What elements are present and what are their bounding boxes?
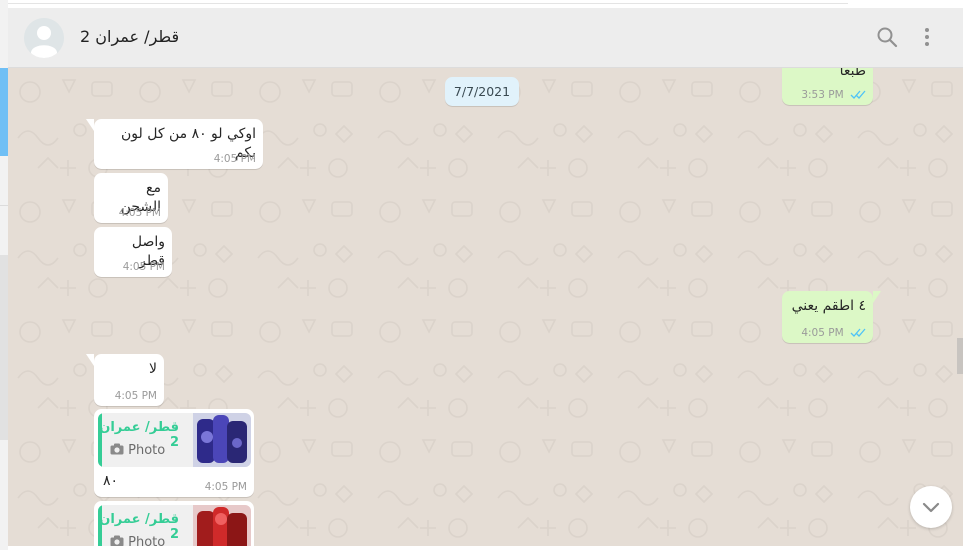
read-ticks-icon [850,328,866,337]
message-time: 4:05 PM [122,261,165,273]
window-bottom-edge [8,546,963,550]
message-list[interactable]: طبعا 3:53 PM 7/7/2021 اوكي لو ٨٠ من كل ل… [8,68,963,546]
camera-icon [110,443,124,455]
quote-type: Photo [110,535,165,546]
outgoing-message[interactable]: ٤ اطقم يعني 4:05 PM [782,291,881,343]
message-text: ٤ اطقم يعني [791,298,866,314]
window-top-edge [0,0,848,4]
message-meta: 4:05 PM [801,327,866,339]
incoming-message[interactable]: مع الشحن 4:05 PM [94,173,168,223]
sidebar-scrollbar[interactable] [0,255,8,440]
incoming-message[interactable]: اوكي لو ٨٠ من كل لون بكم 4:05 PM [86,119,263,169]
photo-thumbnail [193,505,251,546]
message-time: 4:05 PM [213,153,256,165]
chevron-down-icon [922,502,940,513]
incoming-message[interactable]: لا 4:05 PM [86,354,164,406]
message-time: 3:53 PM [801,89,844,101]
photo-thumbnail [193,413,251,467]
message-text: لا [149,361,157,377]
message-time: 4:05 PM [204,481,247,493]
incoming-reply-message[interactable]: قطر/ عمران 2 Photo ٨٠ 4:05 PM [94,409,254,497]
quote-type-label: Photo [128,535,166,546]
scroll-to-bottom-button[interactable] [910,486,952,528]
search-icon[interactable] [875,25,899,49]
message-text: ٨٠ [103,473,119,489]
message-time: 4:05 PM [118,207,161,219]
outgoing-message[interactable]: طبعا 3:53 PM [782,68,873,105]
read-ticks-icon [850,90,866,99]
active-chat-highlight [0,68,8,156]
quote-type-label: Photo [128,443,166,458]
divider [0,205,8,206]
quoted-message[interactable]: قطر/ عمران 2 Photo [98,413,251,467]
chat-scrollbar[interactable] [957,338,963,374]
quote-type: Photo [110,443,165,458]
date-separator: 7/7/2021 [445,77,519,106]
chat-header: قطر/ عمران 2 [8,8,963,68]
menu-dots-icon[interactable] [915,25,939,49]
sidebar-edge [0,0,8,550]
message-time: 4:05 PM [801,327,844,339]
bubble-tail [873,291,881,303]
message-meta: 3:53 PM [801,89,866,101]
contact-name[interactable]: قطر/ عمران 2 [80,27,179,46]
message-text: طبعا [839,68,866,79]
message-time: 4:05 PM [114,390,157,402]
default-avatar-icon[interactable] [24,18,64,58]
incoming-reply-message[interactable]: قطر/ عمران 2 Photo [94,501,254,546]
bubble-tail [86,119,94,131]
incoming-message[interactable]: واصل قطر 4:05 PM [94,227,172,277]
quoted-message[interactable]: قطر/ عمران 2 Photo [98,505,251,546]
camera-icon [110,535,124,546]
bubble-tail [86,354,94,366]
